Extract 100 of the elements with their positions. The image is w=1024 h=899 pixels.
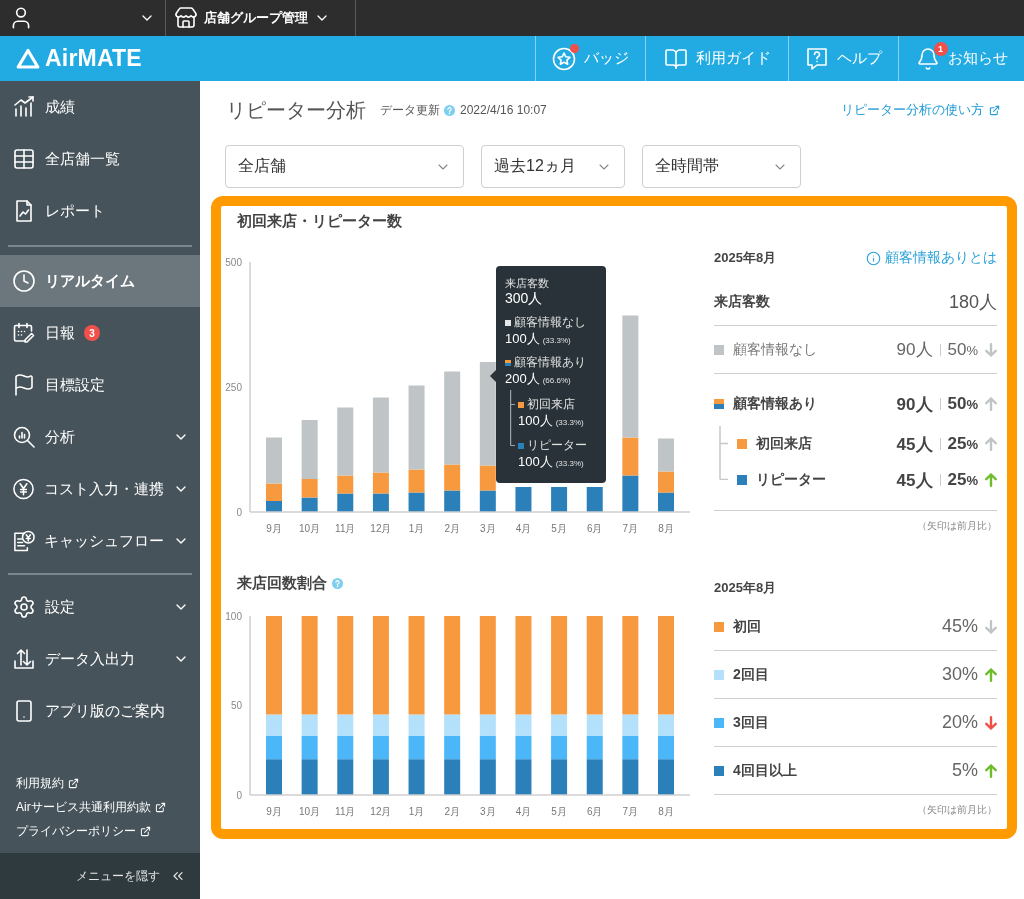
x-axis-label: 3月 <box>480 806 496 817</box>
tray-arrows-icon <box>12 647 36 671</box>
table-icon <box>12 147 36 171</box>
x-axis-label: 5月 <box>551 523 567 534</box>
help-icon[interactable] <box>332 577 343 589</box>
footer-link[interactable]: Airサービス共通利用約款 <box>16 795 166 819</box>
notification-badge: 1 <box>933 41 948 56</box>
update-label: データ更新 <box>380 101 440 119</box>
x-axis-label: 2月 <box>444 806 460 817</box>
row-label: リピーター <box>756 471 826 489</box>
sidebar-item[interactable]: 全店舗一覧 <box>0 133 200 185</box>
x-axis-label: 6月 <box>586 806 603 817</box>
x-axis-label: 7月 <box>622 806 639 817</box>
total-value: 180人 <box>948 290 997 314</box>
notification-badge: 3 <box>84 325 100 341</box>
settings-icon <box>12 595 36 619</box>
clock-icon <box>12 269 36 293</box>
tooltip-label: リピーター <box>527 437 587 454</box>
update-timestamp: 2022/4/16 10:07 <box>460 103 547 117</box>
footer-link[interactable]: プライバシーポリシー <box>16 819 151 843</box>
count-value: 90人 <box>896 339 933 361</box>
tooltip-count: 100人 <box>518 453 553 471</box>
sidebar-item[interactable]: データ入出力 <box>0 633 200 685</box>
tooltip-label: 初回来店 <box>527 396 575 413</box>
row-label: 4回目以上 <box>733 761 797 780</box>
hide-menu-button[interactable]: メニューを隠す <box>0 853 200 899</box>
row-label: 2回目 <box>733 665 769 684</box>
percent-value: 25% <box>947 434 978 454</box>
flag-icon <box>12 373 36 397</box>
external-link-icon <box>140 825 151 837</box>
tooltip-count: 100人 <box>518 412 553 430</box>
total-label: 来店客数 <box>714 292 770 311</box>
calendar-pen-icon <box>12 321 36 345</box>
row-label: 初回来店 <box>756 435 812 453</box>
count-value: 45人 <box>896 469 933 492</box>
period-label: 2025年8月 <box>714 249 777 267</box>
chart-title: 来店回数割合 <box>237 573 327 593</box>
external-link-icon <box>68 777 79 789</box>
magnifier-chart-icon <box>12 425 36 449</box>
bar-segment <box>515 487 532 512</box>
x-axis-label: 12月 <box>370 523 392 534</box>
y-axis-label: 250 <box>225 381 242 393</box>
external-link-icon <box>154 801 166 813</box>
y-axis-label: 50 <box>230 700 242 711</box>
tooltip-share: (33.3%) <box>555 459 584 468</box>
x-axis-label: 8月 <box>658 806 674 817</box>
percent-value: 50% <box>947 394 978 414</box>
chart-title: 初回来店・リピーター数 <box>237 211 402 231</box>
yen-circle-icon <box>12 477 35 501</box>
sidebar-item[interactable]: アプリ版のご案内 <box>0 685 200 737</box>
sidebar-item[interactable]: 日報 3 <box>0 307 200 359</box>
sidebar-item[interactable]: 設定 <box>0 581 200 633</box>
tooltip-count: 200人 <box>505 370 540 388</box>
note-text: （矢印は前月比） <box>917 520 997 531</box>
bar-segment <box>658 492 674 512</box>
filter-dropdown[interactable]: 全店舗 <box>225 145 464 188</box>
sidebar-item[interactable]: 成績 <box>0 81 200 133</box>
bar-segment <box>586 487 603 512</box>
x-axis-label: 1月 <box>408 523 425 534</box>
count-value: 90人 <box>896 393 933 416</box>
sidebar-item[interactable]: 目標設定 <box>0 359 200 411</box>
store-icon <box>174 6 198 30</box>
percent-value: 30% <box>941 664 978 685</box>
percent-value: 50% <box>947 339 978 360</box>
sidebar-item[interactable]: キャッシュフロー <box>0 515 200 567</box>
tooltip-share: (66.6%) <box>542 376 571 385</box>
book-icon <box>663 46 688 71</box>
x-axis-label: 5月 <box>551 806 567 817</box>
x-axis-label: 4月 <box>515 523 532 534</box>
percent-value: 25% <box>947 470 978 490</box>
help-icon[interactable] <box>444 104 455 116</box>
x-axis-label: 9月 <box>266 523 282 534</box>
tree-connector <box>510 390 515 447</box>
row-label: 顧客情報あり <box>733 395 817 413</box>
percent-value: 5% <box>952 760 978 781</box>
x-axis-label: 1月 <box>408 806 425 817</box>
percent-value: 45% <box>941 616 978 637</box>
bell-icon <box>915 46 940 71</box>
footer-link[interactable]: 利用規約 <box>16 771 79 795</box>
count-value: 45人 <box>896 433 933 456</box>
sidebar-item[interactable]: 分析 <box>0 411 200 463</box>
document-yen-icon <box>12 529 35 553</box>
note-text: （矢印は前月比） <box>917 804 997 815</box>
row-label: 初回 <box>733 617 761 636</box>
x-axis-label: 12月 <box>370 806 392 817</box>
bar-chart-icon <box>12 95 36 119</box>
filter-dropdown[interactable]: 過去12ヵ月 <box>481 145 625 188</box>
percent-value: 20% <box>941 712 978 733</box>
row-label: 顧客情報なし <box>733 340 817 359</box>
sidebar-item[interactable]: リアルタイム <box>0 255 200 307</box>
logo-icon <box>16 48 40 69</box>
sidebar-item[interactable]: レポート <box>0 185 200 237</box>
sidebar-item[interactable]: コスト入力・連携 <box>0 463 200 515</box>
tooltip-label: 顧客情報あり <box>514 354 586 371</box>
filter-dropdown[interactable]: 全時間帯 <box>642 145 801 188</box>
x-axis-label: 9月 <box>266 806 282 817</box>
tooltip-count: 100人 <box>505 330 540 348</box>
header-nav-button[interactable]: 1 お知らせ <box>898 36 1024 81</box>
star-circle-icon <box>552 46 576 71</box>
help-bubble-icon <box>805 46 829 71</box>
